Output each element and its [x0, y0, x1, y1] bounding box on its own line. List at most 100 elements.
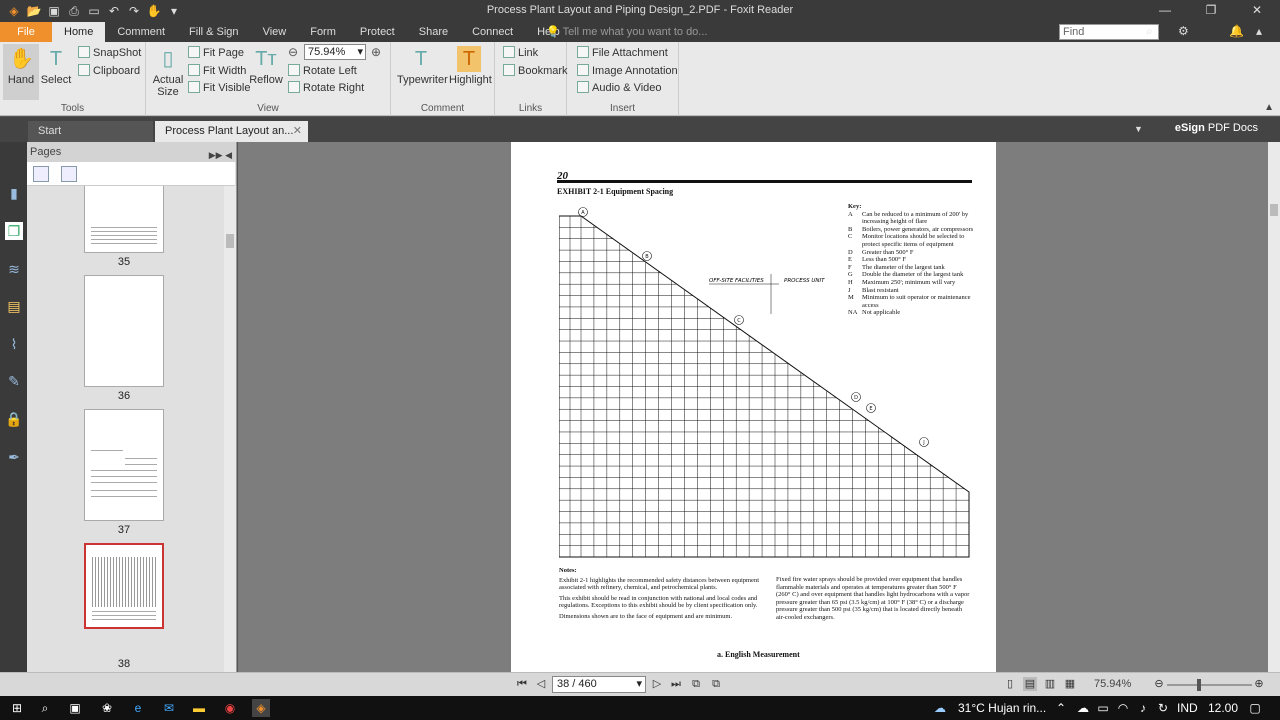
typewriter-button[interactable]: T Typewriter: [397, 44, 448, 100]
thumbnail-page-35[interactable]: [84, 186, 164, 253]
previous-page-icon[interactable]: ◁: [534, 677, 548, 691]
single-page-view-icon[interactable]: ▯: [1003, 677, 1017, 691]
image-annotation-button[interactable]: Image Annotation: [577, 63, 678, 79]
layers-icon[interactable]: ≋: [5, 260, 23, 278]
highlight-button[interactable]: T Highlight: [449, 44, 492, 100]
notification-icon[interactable]: 🔔: [1229, 24, 1244, 38]
foxit-taskbar-icon[interactable]: ◈: [252, 699, 270, 717]
tab-share[interactable]: Share: [407, 22, 460, 42]
zoom-select[interactable]: 75.94% ▾: [304, 44, 366, 60]
rotate-right-button[interactable]: Rotate Right: [288, 80, 364, 96]
document-scrollbar[interactable]: [1268, 142, 1280, 672]
fit-page-button[interactable]: Fit Page: [188, 45, 244, 61]
next-view-icon[interactable]: ⧉: [709, 677, 723, 691]
page-options-2-icon[interactable]: [61, 166, 77, 182]
page-options-icon[interactable]: [33, 166, 49, 182]
select-button[interactable]: T Select: [38, 44, 74, 100]
thumbnail-page-38[interactable]: [84, 543, 164, 629]
first-page-icon[interactable]: ⏮: [515, 677, 529, 691]
snapshot-button[interactable]: SnapShot: [78, 45, 141, 61]
battery-icon[interactable]: ▭: [1094, 699, 1112, 717]
file-attachment-button[interactable]: File Attachment: [577, 45, 668, 61]
tab-current-document[interactable]: Process Plant Layout an... ✕: [155, 121, 308, 142]
ribbon: ✋ Hand T Select SnapShot Clipboard Tools…: [0, 42, 1280, 116]
minimize-button[interactable]: —: [1142, 0, 1188, 22]
volume-icon[interactable]: ♪: [1134, 699, 1152, 717]
notification-center-icon[interactable]: ▢: [1246, 699, 1264, 717]
tab-view[interactable]: View: [251, 22, 299, 42]
facing-view-icon[interactable]: ▥: [1043, 677, 1057, 691]
fit-width-button[interactable]: Fit Width: [188, 63, 246, 79]
fill-sign-icon[interactable]: ✒: [5, 448, 23, 466]
last-page-icon[interactable]: ⏭: [669, 677, 683, 691]
hand-button[interactable]: ✋ Hand: [3, 44, 39, 100]
tray-chevron-icon[interactable]: ⌃: [1052, 699, 1070, 717]
page-number-input[interactable]: 38 / 460 ▾: [552, 676, 646, 693]
next-page-icon[interactable]: ▷: [650, 677, 664, 691]
audio-video-button[interactable]: Audio & Video: [577, 80, 662, 96]
sync-icon[interactable]: ↻: [1154, 699, 1172, 717]
close-tab-icon[interactable]: ✕: [293, 121, 302, 142]
security-lock-icon[interactable]: 🔒: [5, 410, 23, 428]
tab-list-dropdown-icon[interactable]: ▼: [1134, 124, 1143, 134]
widget-icon[interactable]: ❀: [98, 699, 116, 717]
continuous-view-icon[interactable]: ▤: [1023, 677, 1037, 691]
clipboard-button[interactable]: Clipboard: [78, 63, 140, 79]
bookmark-button[interactable]: Bookmark: [503, 63, 568, 79]
attachment-icon[interactable]: ⌇: [5, 335, 23, 353]
zoom-slider[interactable]: [1167, 679, 1252, 691]
reflow-button[interactable]: Tт Reflow: [248, 44, 284, 100]
mail-icon[interactable]: ✉: [160, 699, 178, 717]
thumbnail-page-37[interactable]: [84, 409, 164, 521]
task-view-icon[interactable]: ▣: [66, 699, 84, 717]
weather-text[interactable]: 31°C Hujan rin...: [958, 701, 1046, 715]
wifi-icon[interactable]: ◠: [1114, 699, 1132, 717]
file-icon[interactable]: ▮: [5, 184, 23, 202]
link-button[interactable]: Link: [503, 45, 538, 61]
comments-icon[interactable]: ▤: [5, 297, 23, 315]
tab-connect[interactable]: Connect: [460, 22, 525, 42]
reflow-label: Reflow: [249, 74, 283, 86]
tab-comment[interactable]: Comment: [105, 22, 177, 42]
chrome-icon[interactable]: ◉: [221, 699, 239, 717]
tab-home[interactable]: Home: [52, 22, 106, 42]
actual-size-button[interactable]: ▯ Actual Size: [150, 44, 186, 100]
thumbnail-page-36[interactable]: [84, 275, 164, 387]
maximize-button[interactable]: ❐: [1188, 0, 1234, 22]
tab-form[interactable]: Form: [298, 22, 348, 42]
tab-protect[interactable]: Protect: [348, 22, 407, 42]
ribbon-options-icon[interactable]: ▴: [1256, 24, 1262, 38]
file-menu[interactable]: File: [0, 22, 52, 42]
zoom-out-icon[interactable]: ⊖: [288, 45, 298, 59]
zoom-slider-knob[interactable]: [1197, 679, 1201, 691]
pages-scrollbar[interactable]: [224, 186, 236, 672]
previous-view-icon[interactable]: ⧉: [689, 677, 703, 691]
tab-start[interactable]: Start: [28, 121, 153, 142]
file-explorer-icon[interactable]: ▬: [190, 699, 208, 717]
thumbnail-list[interactable]: 35 36 37 38: [27, 186, 223, 672]
search-taskbar-icon[interactable]: ⌕: [36, 699, 54, 717]
tell-me-input[interactable]: 💡 Tell me what you want to do...: [546, 25, 707, 38]
zoom-in-status-icon[interactable]: ⊕: [1252, 677, 1266, 691]
collapse-ribbon-icon[interactable]: ▲: [1264, 102, 1274, 113]
tab-fill-sign[interactable]: Fill & Sign: [177, 22, 251, 42]
zoom-in-icon[interactable]: ⊕: [371, 45, 381, 59]
pages-panel-icon[interactable]: ❐: [5, 222, 23, 240]
signature-icon[interactable]: ✎: [5, 372, 23, 390]
cloud-tray-icon[interactable]: ☁: [1074, 699, 1092, 717]
zoom-out-status-icon[interactable]: ⊖: [1152, 677, 1166, 691]
continuous-facing-view-icon[interactable]: ▦: [1063, 677, 1077, 691]
close-button[interactable]: ✕: [1234, 0, 1280, 22]
fit-visible-button[interactable]: Fit Visible: [188, 80, 250, 96]
clock[interactable]: 12.00: [1208, 701, 1238, 715]
windows-start-icon[interactable]: ⊞: [8, 699, 26, 717]
view-group: ▯ Actual Size Fit Page Fit Width Fit Vis…: [146, 42, 391, 116]
language-indicator[interactable]: IND: [1177, 701, 1198, 715]
settings-icon[interactable]: ⚙: [1178, 24, 1189, 38]
esign-banner[interactable]: eSign PDF Docs: [1175, 122, 1258, 134]
search-icon[interactable]: ⌕: [1146, 24, 1153, 39]
find-input[interactable]: Find: [1059, 24, 1159, 40]
rotate-left-button[interactable]: Rotate Left: [288, 63, 357, 79]
edge-browser-icon[interactable]: e: [129, 699, 147, 717]
document-view[interactable]: 20 EXHIBIT 2-1 Equipment Spacing A B C D…: [238, 142, 1268, 672]
